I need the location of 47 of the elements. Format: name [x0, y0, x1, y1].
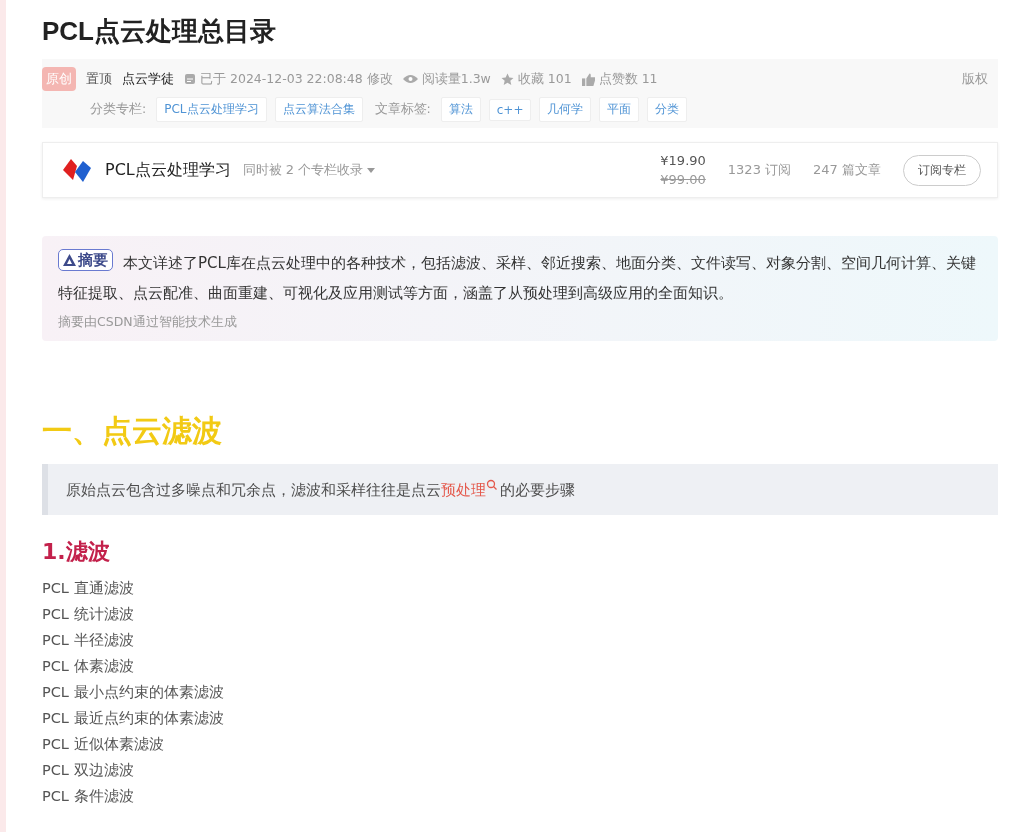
article-tag[interactable]: 平面 — [599, 97, 640, 122]
article-count: 247 篇文章 — [813, 161, 881, 179]
category-tag[interactable]: 点云算法合集 — [274, 97, 363, 122]
column-price: ¥19.90 — [660, 153, 706, 168]
article-tag[interactable]: 分类 — [647, 97, 688, 122]
author-link[interactable]: 点云学徒 — [122, 70, 174, 88]
article-title: PCL点云处理总目录 — [42, 15, 277, 48]
modified-date: 已于 2024-12-03 22:08:48 修改 — [200, 70, 393, 88]
tags-label: 文章标签: — [374, 101, 431, 118]
article-tag[interactable]: 算法 — [440, 97, 481, 122]
sub-heading: 1.滤波 — [42, 538, 111, 566]
summary-badge: 摘要 — [58, 249, 113, 271]
thumbs-up-icon — [581, 72, 595, 86]
subscriber-count: 1323 订阅 — [727, 161, 792, 179]
pinned-label: 置顶 — [86, 70, 112, 88]
list-item: PCL 最小点约束的体素滤波 — [42, 683, 225, 702]
list-item: PCL 半径滤波 — [42, 631, 135, 650]
eye-icon — [402, 74, 418, 84]
article-tag[interactable]: c++ — [488, 98, 532, 121]
copyright-link[interactable]: 版权 — [962, 70, 988, 88]
category-tag[interactable]: PCL点云处理学习 — [156, 97, 267, 122]
star-icon — [500, 72, 514, 86]
caret-icon[interactable] — [367, 167, 376, 173]
edit-icon — [184, 73, 196, 85]
list-item: PCL 最近点约束的体素滤波 — [42, 709, 225, 728]
list-item: PCL 条件滤波 — [42, 787, 135, 806]
view-count: 阅读量1.3w — [421, 70, 491, 88]
column-name[interactable]: PCL点云处理学习 — [105, 159, 231, 181]
original-price: ¥99.00 — [660, 172, 706, 187]
list-item: PCL 双边滤波 — [42, 761, 135, 780]
subscribe-button[interactable]: 订阅专栏 — [903, 154, 981, 186]
also-included-text: 同时被 2 个专栏收录 — [242, 161, 364, 179]
list-item: PCL 直通滤波 — [42, 579, 135, 598]
article-tag[interactable]: 几何学 — [539, 97, 592, 122]
list-item: PCL 近似体素滤波 — [42, 735, 165, 754]
like-count[interactable]: 点赞数 11 — [598, 70, 658, 88]
original-badge: 原创 — [42, 67, 76, 91]
search-icon[interactable] — [486, 479, 498, 491]
favorite-count[interactable]: 收藏 101 — [517, 70, 572, 88]
summary-note: 摘要由CSDN通过智能技术生成 — [58, 314, 238, 331]
section-heading: 一、点云滤波 — [42, 412, 223, 450]
quote-text: 原始点云包含过多噪点和冗余点，滤波和采样往往是点云预处理 的必要步骤 — [66, 482, 575, 498]
list-item: PCL 统计滤波 — [42, 605, 135, 624]
list-item: PCL 体素滤波 — [42, 657, 135, 676]
preprocessing-link[interactable]: 预处理 — [441, 482, 500, 498]
summary-text: 摘要 本文详述了PCL库在点云处理中的各种技术，包括滤波、采样、邻近搜索、地面分类、文件读写、对象分割、空间几何计算、关键特征提取、点云配准、曲面重建、可视化及应用测试等方面，涵盖了从预处理到高级应用的全面知识。 — [58, 248, 977, 304]
category-label: 分类专栏: — [90, 101, 147, 118]
